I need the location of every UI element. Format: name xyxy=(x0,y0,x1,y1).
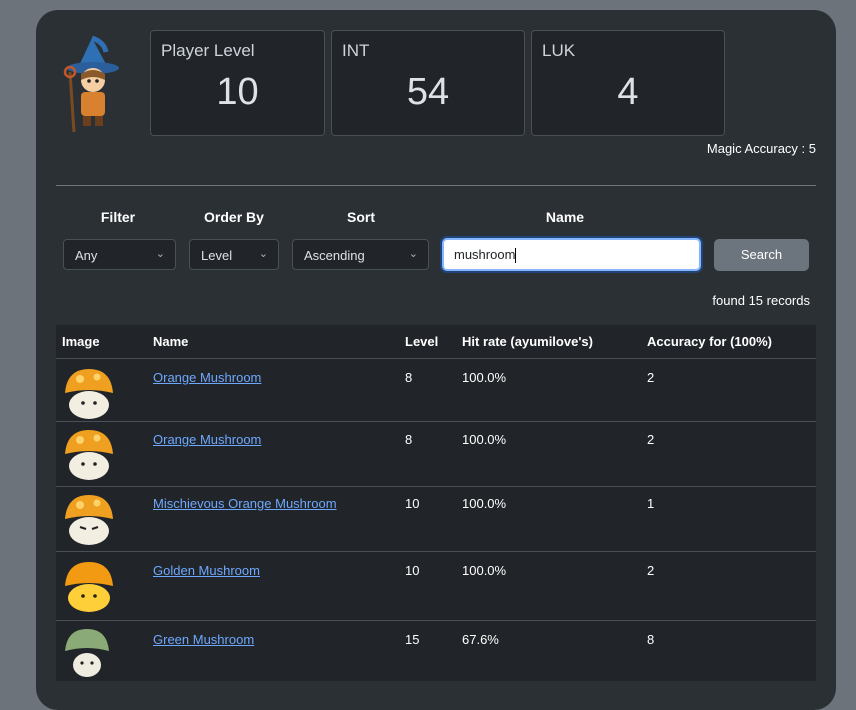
table-row: Mischievous Orange Mushroom 10 100.0% 1 xyxy=(56,486,816,551)
sort-select[interactable]: Ascending ⌄ xyxy=(292,239,429,270)
int-label: INT xyxy=(342,41,370,60)
name-label: Name xyxy=(545,209,585,225)
luk-card: LUK 4 xyxy=(531,30,725,136)
player-level-card: Player Level 10 xyxy=(150,30,325,136)
table-row: Orange Mushroom 8 100.0% 2 xyxy=(56,358,816,421)
order-by-select[interactable]: Level ⌄ xyxy=(189,239,279,270)
mischievous-orange-mushroom-image xyxy=(65,495,113,545)
name-search-input[interactable]: mushroom xyxy=(442,238,701,271)
int-card: INT 54 xyxy=(331,30,525,136)
magic-accuracy: Magic Accuracy : 5 xyxy=(706,141,816,156)
monster-accuracy: 2 xyxy=(647,432,655,447)
header-level: Level xyxy=(405,334,439,349)
luk-value: 4 xyxy=(617,71,639,113)
table-row: Golden Mushroom 10 100.0% 2 xyxy=(56,551,816,620)
monster-accuracy: 2 xyxy=(647,370,655,385)
monster-table: Image Name Level Hit rate (ayumilove's) … xyxy=(56,325,816,681)
golden-mushroom-image xyxy=(65,562,113,612)
header-accuracy: Accuracy for (100%) xyxy=(647,334,772,349)
monster-hit-rate: 100.0% xyxy=(462,563,507,578)
header-image: Image xyxy=(62,334,100,349)
main-panel: Player Level 10 INT 54 LUK 4 Magic Accur… xyxy=(36,10,836,710)
header-name: Name xyxy=(153,334,189,349)
table-header: Image Name Level Hit rate (ayumilove's) … xyxy=(56,325,816,358)
monster-name-link[interactable]: Golden Mushroom xyxy=(153,563,260,578)
player-avatar xyxy=(63,35,119,133)
monster-name-link[interactable]: Orange Mushroom xyxy=(153,370,261,385)
monster-accuracy: 8 xyxy=(647,632,655,647)
monster-hit-rate: 67.6% xyxy=(462,632,499,647)
search-button[interactable]: Search xyxy=(714,239,809,271)
filter-label: Filter xyxy=(100,209,136,225)
orange-mushroom-image xyxy=(65,430,113,480)
monster-level: 8 xyxy=(405,370,413,385)
chevron-down-icon: ⌄ xyxy=(408,248,418,260)
monster-level: 15 xyxy=(405,632,420,647)
order-by-label: Order By xyxy=(204,209,264,225)
filter-select[interactable]: Any ⌄ xyxy=(63,239,176,270)
table-row: Green Mushroom 15 67.6% 8 xyxy=(56,620,816,681)
monster-hit-rate: 100.0% xyxy=(462,370,507,385)
name-search-value: mushroom xyxy=(454,247,516,262)
sort-select-value: Ascending xyxy=(304,248,365,263)
monster-hit-rate: 100.0% xyxy=(462,496,507,511)
orange-mushroom-image xyxy=(65,369,113,419)
monster-accuracy: 1 xyxy=(647,496,655,511)
chevron-down-icon: ⌄ xyxy=(155,248,165,260)
green-mushroom-image xyxy=(65,629,109,677)
monster-name-link[interactable]: Green Mushroom xyxy=(153,632,254,647)
monster-level: 10 xyxy=(405,496,420,511)
luk-label: LUK xyxy=(542,41,576,60)
player-level-value: 10 xyxy=(216,71,259,113)
monster-name-link[interactable]: Orange Mushroom xyxy=(153,432,261,447)
filter-select-value: Any xyxy=(75,248,98,263)
table-row: Orange Mushroom 8 100.0% 2 xyxy=(56,421,816,486)
monster-name-link[interactable]: Mischievous Orange Mushroom xyxy=(153,496,337,511)
monster-level: 8 xyxy=(405,432,413,447)
monster-hit-rate: 100.0% xyxy=(462,432,507,447)
divider xyxy=(56,185,816,186)
order-by-select-value: Level xyxy=(201,248,233,263)
text-caret xyxy=(515,248,517,264)
found-count: found 15 records xyxy=(712,293,810,308)
monster-level: 10 xyxy=(405,563,420,578)
monster-accuracy: 2 xyxy=(647,563,655,578)
sort-label: Sort xyxy=(347,209,375,225)
player-level-label: Player Level xyxy=(161,41,255,60)
header-hit-rate: Hit rate (ayumilove's) xyxy=(462,334,593,349)
int-value: 54 xyxy=(406,71,450,113)
chevron-down-icon: ⌄ xyxy=(258,248,268,260)
